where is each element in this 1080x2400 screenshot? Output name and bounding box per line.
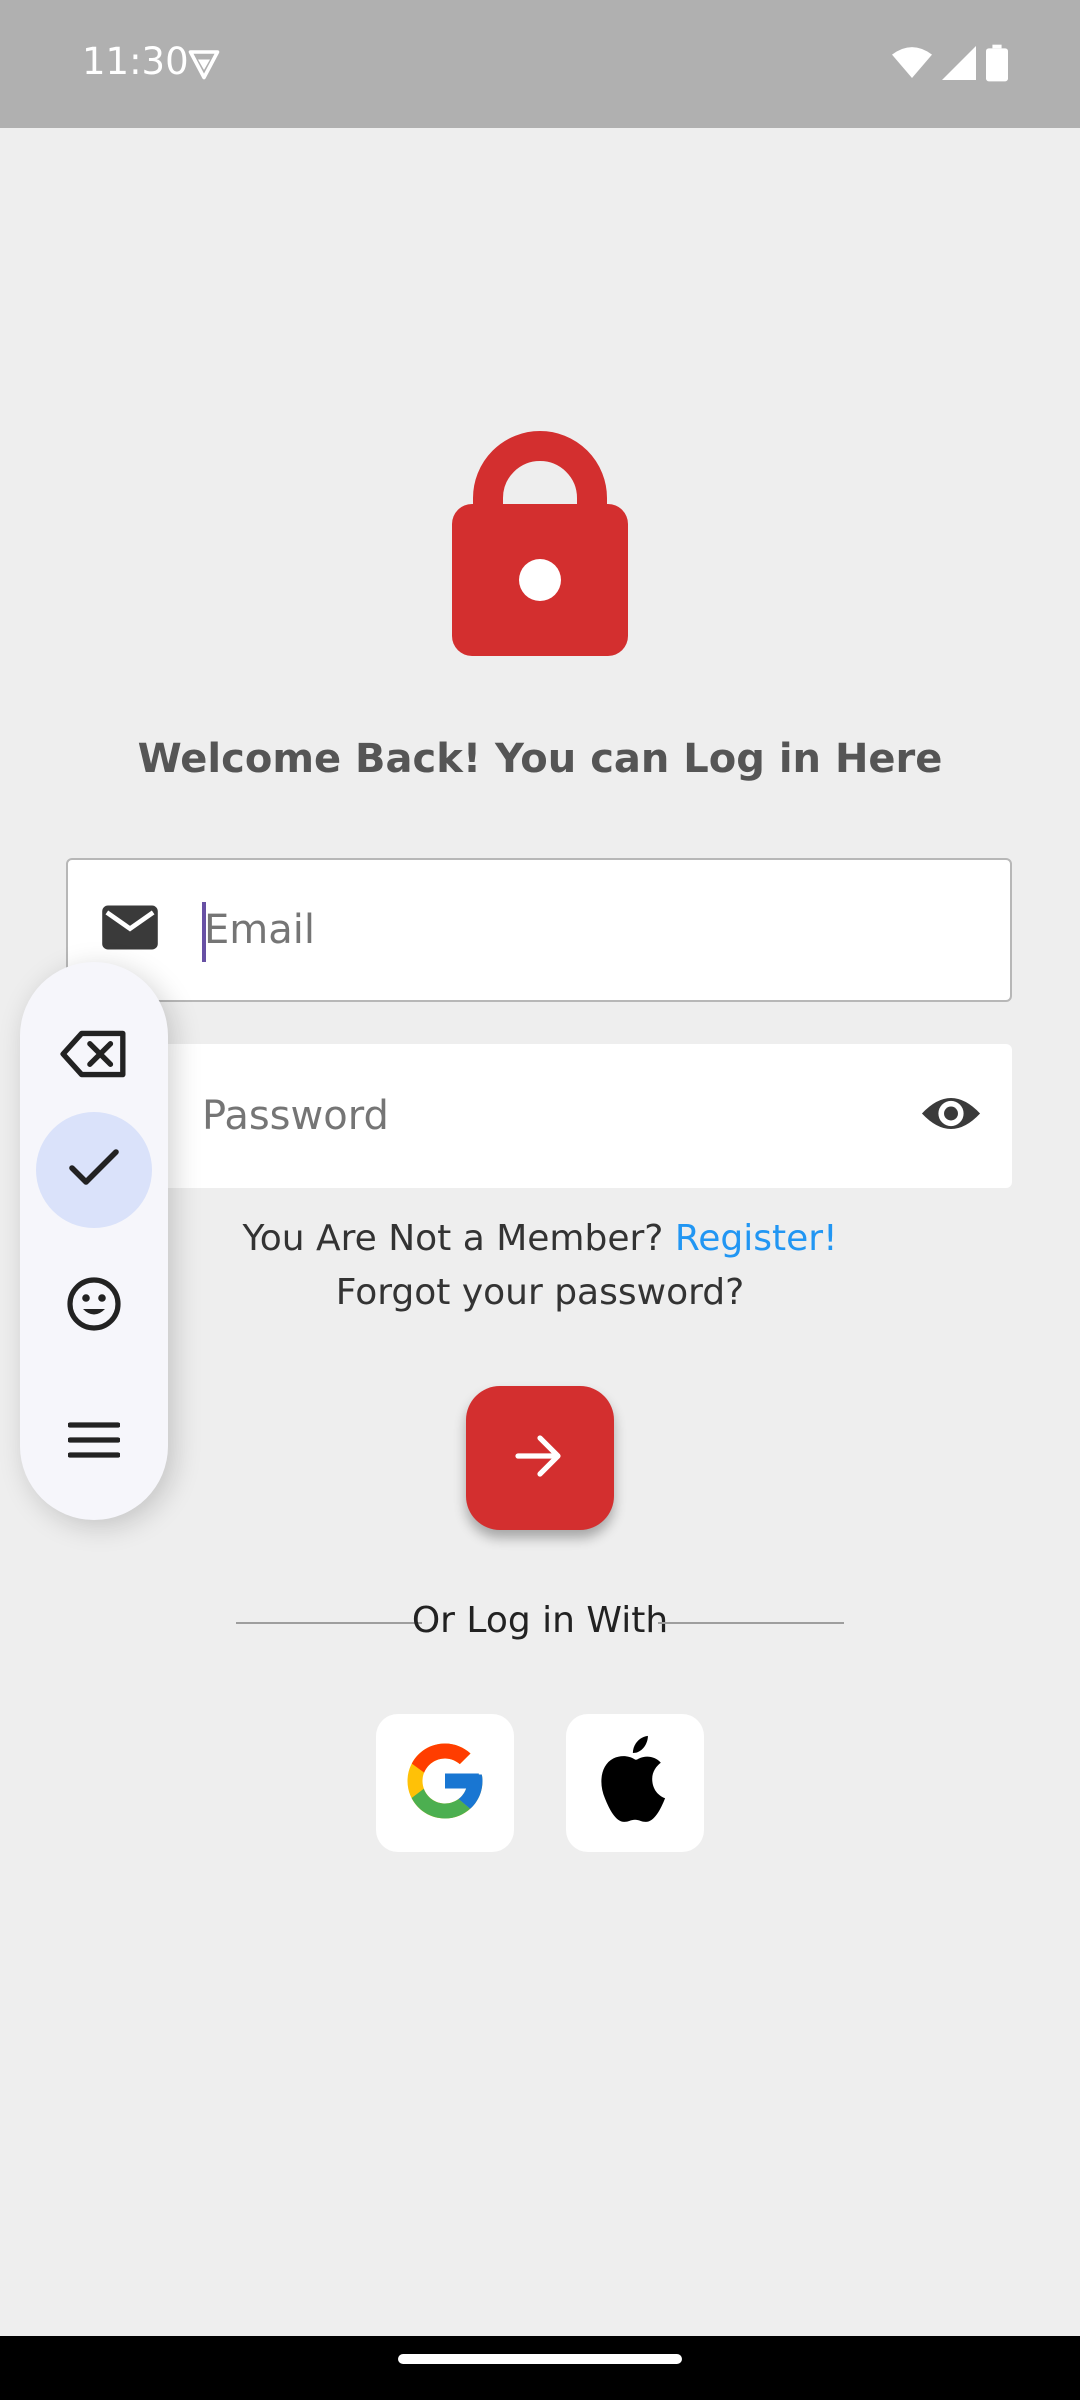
check-icon [68,1148,120,1193]
email-placeholder: Email [204,907,315,953]
eye-icon[interactable] [920,1094,982,1139]
welcome-heading: Welcome Back! You can Log in Here [137,736,943,782]
arrow-right-icon [514,1434,566,1483]
wifi-icon [892,46,932,85]
apple-login-button[interactable] [566,1714,704,1852]
battery-icon [986,44,1008,87]
member-prompt: You Are Not a Member? [242,1218,675,1259]
system-navigation-bar [0,2336,1080,2400]
google-login-button[interactable] [376,1714,514,1852]
done-button[interactable] [36,1112,152,1228]
mail-icon [102,905,158,955]
google-icon [400,1736,490,1831]
divider-line-right [658,1622,844,1624]
lock-icon [450,426,630,663]
apple-icon [592,1731,678,1836]
vpn-icon [186,46,222,87]
menu-button[interactable] [36,1384,152,1500]
cell-signal-icon [942,46,976,85]
emoji-button[interactable] [36,1248,152,1364]
home-gesture-handle[interactable] [398,2354,682,2364]
email-field[interactable]: Email [66,858,1012,1002]
login-submit-button[interactable] [466,1386,614,1530]
divider-text: Or Log in With [411,1600,669,1641]
password-field[interactable]: Password [66,1044,1012,1188]
backspace-button[interactable] [36,998,152,1114]
menu-icon [67,1421,121,1464]
register-link[interactable]: Register! [675,1218,838,1259]
password-placeholder: Password [202,1093,389,1139]
status-bar: 11:30 [0,0,1080,128]
status-icons [892,44,1008,87]
emoji-icon [66,1276,122,1337]
social-divider: Or Log in With [236,1600,844,1646]
status-time: 11:30 [82,40,189,83]
backspace-icon [59,1029,129,1084]
floating-keyboard-toolbar [20,962,168,1520]
